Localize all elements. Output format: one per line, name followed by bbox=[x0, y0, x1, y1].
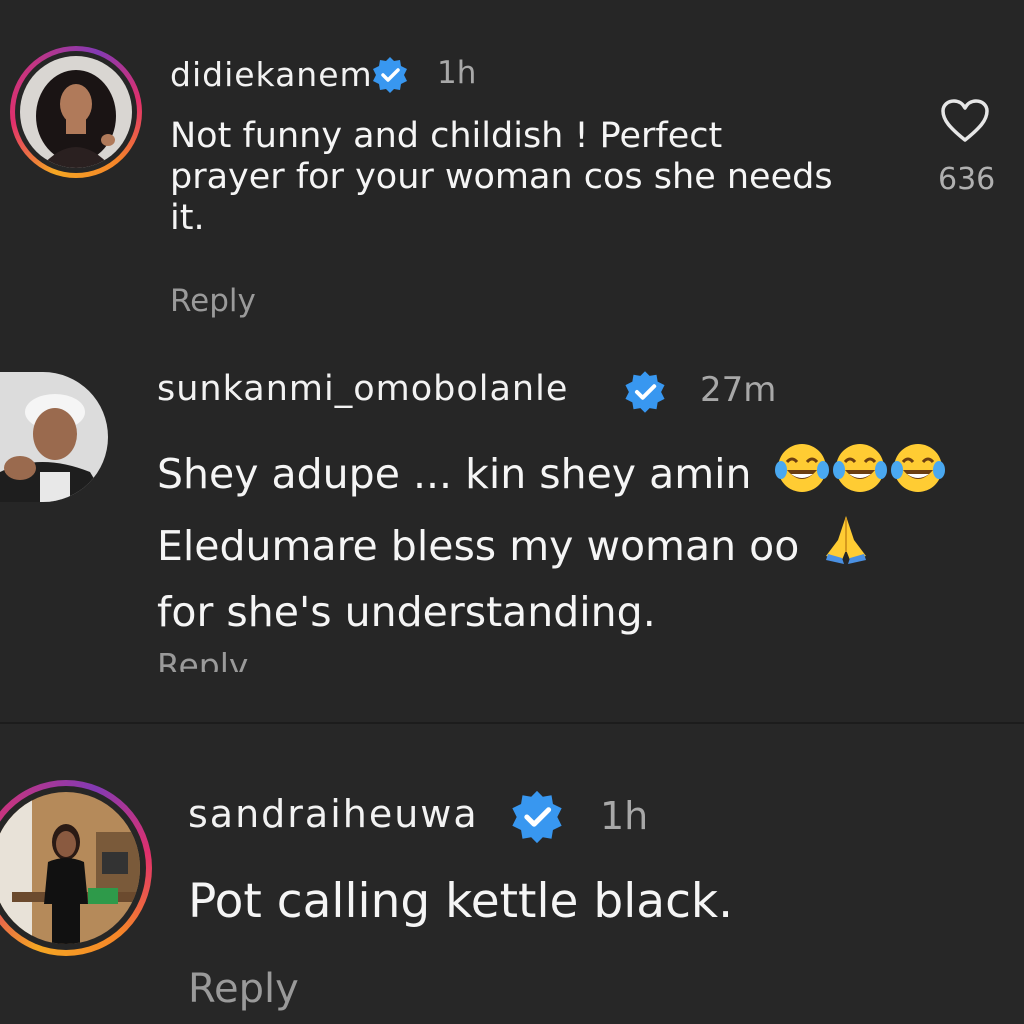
folded-hands-emoji bbox=[818, 510, 874, 582]
like-count: 636 bbox=[938, 162, 996, 197]
comment-text-line: prayer for your woman cos she needs bbox=[170, 156, 833, 197]
comments-panel-bottom: sandraiheuwa 1h Pot calling kettle black… bbox=[0, 724, 1024, 1024]
verified-badge-icon bbox=[512, 790, 562, 844]
comment-username[interactable]: sandraiheuwa bbox=[188, 792, 479, 836]
tears-of-joy-emoji bbox=[831, 442, 889, 510]
comment-username[interactable]: didiekanem bbox=[170, 55, 373, 94]
comment-timestamp: 27m bbox=[700, 370, 777, 410]
story-ring[interactable] bbox=[10, 46, 142, 178]
comment-text: Not funny and childish ! Perfect prayer … bbox=[170, 116, 833, 239]
reply-button[interactable]: Reply bbox=[188, 966, 299, 1012]
reply-button[interactable]: Reply bbox=[170, 283, 256, 319]
comment-text-line: it. bbox=[170, 197, 205, 238]
comment-text: Pot calling kettle black. bbox=[188, 874, 734, 929]
comment-text-line: Shey adupe ... kin shey amin bbox=[157, 450, 752, 498]
comment-timestamp: 1h bbox=[600, 794, 649, 838]
comment-text-line: Not funny and childish ! Perfect bbox=[170, 116, 723, 156]
verified-badge-icon bbox=[373, 57, 407, 93]
comment-timestamp: 1h bbox=[437, 55, 477, 91]
reply-button[interactable]: Reply bbox=[157, 646, 248, 672]
comment-text-line: for she's understanding. bbox=[157, 587, 656, 636]
comment-text: Shey adupe ... kin shey amin Eledumare b… bbox=[157, 442, 947, 642]
verified-badge-icon bbox=[625, 371, 665, 413]
comment-text-line: Eledumare bless my woman oo bbox=[157, 522, 800, 571]
tears-of-joy-emoji bbox=[889, 442, 947, 510]
comments-panel-top: didiekanem 1h Not funny and childish ! P… bbox=[0, 0, 1024, 672]
tears-of-joy-emoji bbox=[773, 442, 831, 510]
avatar[interactable] bbox=[0, 372, 108, 502]
comment-username[interactable]: sunkanmi_omobolanle bbox=[157, 369, 568, 409]
avatar[interactable] bbox=[20, 56, 132, 168]
heart-icon[interactable] bbox=[940, 98, 990, 144]
story-ring[interactable] bbox=[0, 780, 152, 956]
